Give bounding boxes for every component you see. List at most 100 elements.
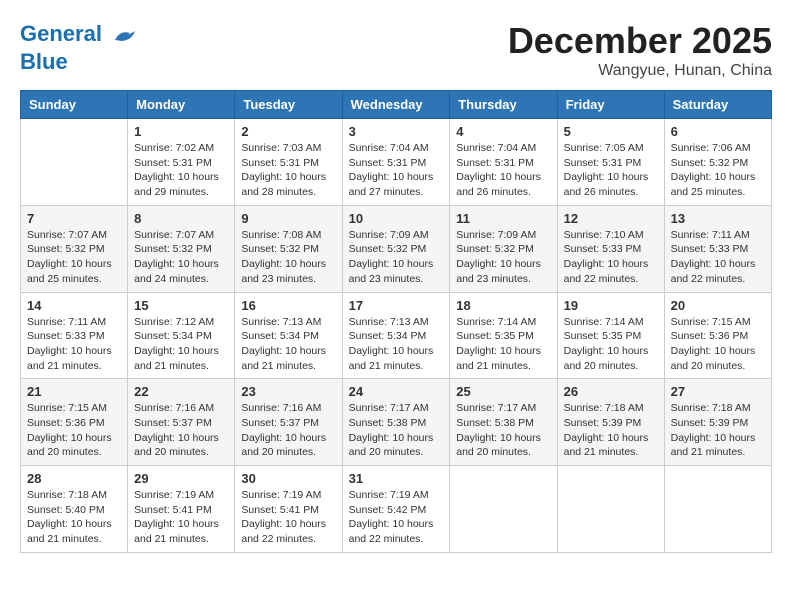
- calendar-cell: 17 Sunrise: 7:13 AM Sunset: 5:34 PM Dayli…: [342, 292, 450, 379]
- calendar-cell: 24 Sunrise: 7:17 AM Sunset: 5:38 PM Dayli…: [342, 379, 450, 466]
- day-info: Sunrise: 7:19 AM Sunset: 5:42 PM Dayligh…: [349, 488, 444, 547]
- day-info: Sunrise: 7:07 AM Sunset: 5:32 PM Dayligh…: [27, 228, 121, 287]
- day-info: Sunrise: 7:17 AM Sunset: 5:38 PM Dayligh…: [349, 401, 444, 460]
- day-number: 26: [564, 384, 658, 399]
- logo-bird-icon: [110, 20, 140, 50]
- day-number: 11: [456, 211, 550, 226]
- calendar-cell: 7Sunrise: 7:07 AM Sunset: 5:32 PM Daylig…: [21, 205, 128, 292]
- day-number: 16: [241, 298, 335, 313]
- day-number: 30: [241, 471, 335, 486]
- day-info: Sunrise: 7:15 AM Sunset: 5:36 PM Dayligh…: [27, 401, 121, 460]
- day-info: Sunrise: 7:14 AM Sunset: 5:35 PM Dayligh…: [456, 315, 550, 374]
- day-number: 3: [349, 124, 444, 139]
- day-number: 24: [349, 384, 444, 399]
- week-row-3: 14 Sunrise: 7:11 AM Sunset: 5:33 PM Dayli…: [21, 292, 772, 379]
- weekday-header-thursday: Thursday: [450, 91, 557, 119]
- calendar-cell: 13 Sunrise: 7:11 AM Sunset: 5:33 PM Dayli…: [664, 205, 771, 292]
- calendar-cell: [664, 466, 771, 553]
- logo-blue: Blue: [20, 50, 140, 74]
- day-info: Sunrise: 7:08 AM Sunset: 5:32 PM Dayligh…: [241, 228, 335, 287]
- calendar-cell: 12 Sunrise: 7:10 AM Sunset: 5:33 PM Dayli…: [557, 205, 664, 292]
- week-row-1: 1Sunrise: 7:02 AM Sunset: 5:31 PM Daylig…: [21, 119, 772, 206]
- day-number: 25: [456, 384, 550, 399]
- title-block: December 2025 Wangyue, Hunan, China: [508, 20, 772, 80]
- calendar-table: SundayMondayTuesdayWednesdayThursdayFrid…: [20, 90, 772, 553]
- day-number: 10: [349, 211, 444, 226]
- logo-text: General: [20, 20, 140, 50]
- day-info: Sunrise: 7:04 AM Sunset: 5:31 PM Dayligh…: [456, 141, 550, 200]
- calendar-cell: 29 Sunrise: 7:19 AM Sunset: 5:41 PM Dayli…: [128, 466, 235, 553]
- day-number: 15: [134, 298, 228, 313]
- day-info: Sunrise: 7:04 AM Sunset: 5:31 PM Dayligh…: [349, 141, 444, 200]
- calendar-cell: [21, 119, 128, 206]
- day-number: 18: [456, 298, 550, 313]
- day-info: Sunrise: 7:10 AM Sunset: 5:33 PM Dayligh…: [564, 228, 658, 287]
- month-title: December 2025: [508, 20, 772, 62]
- day-info: Sunrise: 7:11 AM Sunset: 5:33 PM Dayligh…: [27, 315, 121, 374]
- calendar-cell: [450, 466, 557, 553]
- location: Wangyue, Hunan, China: [508, 62, 772, 80]
- calendar-cell: 20Sunrise: 7:15 AM Sunset: 5:36 PM Dayli…: [664, 292, 771, 379]
- day-number: 13: [671, 211, 765, 226]
- day-number: 31: [349, 471, 444, 486]
- calendar-cell: 6Sunrise: 7:06 AM Sunset: 5:32 PM Daylig…: [664, 119, 771, 206]
- weekday-header-wednesday: Wednesday: [342, 91, 450, 119]
- day-info: Sunrise: 7:18 AM Sunset: 5:39 PM Dayligh…: [671, 401, 765, 460]
- calendar-cell: 9 Sunrise: 7:08 AM Sunset: 5:32 PM Daylig…: [235, 205, 342, 292]
- day-info: Sunrise: 7:07 AM Sunset: 5:32 PM Dayligh…: [134, 228, 228, 287]
- calendar-cell: 16Sunrise: 7:13 AM Sunset: 5:34 PM Dayli…: [235, 292, 342, 379]
- day-number: 17: [349, 298, 444, 313]
- weekday-header-friday: Friday: [557, 91, 664, 119]
- calendar-cell: 21 Sunrise: 7:15 AM Sunset: 5:36 PM Dayli…: [21, 379, 128, 466]
- day-number: 4: [456, 124, 550, 139]
- day-number: 21: [27, 384, 121, 399]
- day-info: Sunrise: 7:16 AM Sunset: 5:37 PM Dayligh…: [134, 401, 228, 460]
- day-number: 2: [241, 124, 335, 139]
- calendar-cell: 10Sunrise: 7:09 AM Sunset: 5:32 PM Dayli…: [342, 205, 450, 292]
- calendar-cell: 22 Sunrise: 7:16 AM Sunset: 5:37 PM Dayli…: [128, 379, 235, 466]
- day-number: 9: [241, 211, 335, 226]
- calendar-cell: 23Sunrise: 7:16 AM Sunset: 5:37 PM Dayli…: [235, 379, 342, 466]
- day-number: 5: [564, 124, 658, 139]
- day-number: 23: [241, 384, 335, 399]
- day-info: Sunrise: 7:02 AM Sunset: 5:31 PM Dayligh…: [134, 141, 228, 200]
- day-number: 20: [671, 298, 765, 313]
- calendar-cell: 14 Sunrise: 7:11 AM Sunset: 5:33 PM Dayli…: [21, 292, 128, 379]
- weekday-header-monday: Monday: [128, 91, 235, 119]
- day-number: 27: [671, 384, 765, 399]
- calendar-cell: 2Sunrise: 7:03 AM Sunset: 5:31 PM Daylig…: [235, 119, 342, 206]
- calendar-cell: 25Sunrise: 7:17 AM Sunset: 5:38 PM Dayli…: [450, 379, 557, 466]
- day-info: Sunrise: 7:09 AM Sunset: 5:32 PM Dayligh…: [456, 228, 550, 287]
- weekday-header-sunday: Sunday: [21, 91, 128, 119]
- day-number: 29: [134, 471, 228, 486]
- logo: General Blue: [20, 20, 140, 74]
- calendar-cell: 26 Sunrise: 7:18 AM Sunset: 5:39 PM Dayli…: [557, 379, 664, 466]
- calendar-cell: 28 Sunrise: 7:18 AM Sunset: 5:40 PM Dayli…: [21, 466, 128, 553]
- calendar-cell: 27 Sunrise: 7:18 AM Sunset: 5:39 PM Dayli…: [664, 379, 771, 466]
- calendar-cell: 8 Sunrise: 7:07 AM Sunset: 5:32 PM Daylig…: [128, 205, 235, 292]
- day-info: Sunrise: 7:19 AM Sunset: 5:41 PM Dayligh…: [241, 488, 335, 547]
- day-info: Sunrise: 7:19 AM Sunset: 5:41 PM Dayligh…: [134, 488, 228, 547]
- weekday-header-tuesday: Tuesday: [235, 91, 342, 119]
- day-number: 14: [27, 298, 121, 313]
- day-info: Sunrise: 7:18 AM Sunset: 5:39 PM Dayligh…: [564, 401, 658, 460]
- page-header: General Blue December 2025 Wangyue, Huna…: [20, 20, 772, 80]
- day-number: 8: [134, 211, 228, 226]
- week-row-2: 7Sunrise: 7:07 AM Sunset: 5:32 PM Daylig…: [21, 205, 772, 292]
- weekday-header-row: SundayMondayTuesdayWednesdayThursdayFrid…: [21, 91, 772, 119]
- day-number: 22: [134, 384, 228, 399]
- day-info: Sunrise: 7:13 AM Sunset: 5:34 PM Dayligh…: [349, 315, 444, 374]
- day-number: 12: [564, 211, 658, 226]
- weekday-header-saturday: Saturday: [664, 91, 771, 119]
- day-info: Sunrise: 7:18 AM Sunset: 5:40 PM Dayligh…: [27, 488, 121, 547]
- day-number: 28: [27, 471, 121, 486]
- calendar-cell: 15Sunrise: 7:12 AM Sunset: 5:34 PM Dayli…: [128, 292, 235, 379]
- calendar-cell: 18 Sunrise: 7:14 AM Sunset: 5:35 PM Dayli…: [450, 292, 557, 379]
- calendar-cell: 11 Sunrise: 7:09 AM Sunset: 5:32 PM Dayli…: [450, 205, 557, 292]
- calendar-cell: 1Sunrise: 7:02 AM Sunset: 5:31 PM Daylig…: [128, 119, 235, 206]
- calendar-cell: 19Sunrise: 7:14 AM Sunset: 5:35 PM Dayli…: [557, 292, 664, 379]
- calendar-cell: [557, 466, 664, 553]
- day-info: Sunrise: 7:11 AM Sunset: 5:33 PM Dayligh…: [671, 228, 765, 287]
- day-info: Sunrise: 7:05 AM Sunset: 5:31 PM Dayligh…: [564, 141, 658, 200]
- calendar-cell: 3 Sunrise: 7:04 AM Sunset: 5:31 PM Daylig…: [342, 119, 450, 206]
